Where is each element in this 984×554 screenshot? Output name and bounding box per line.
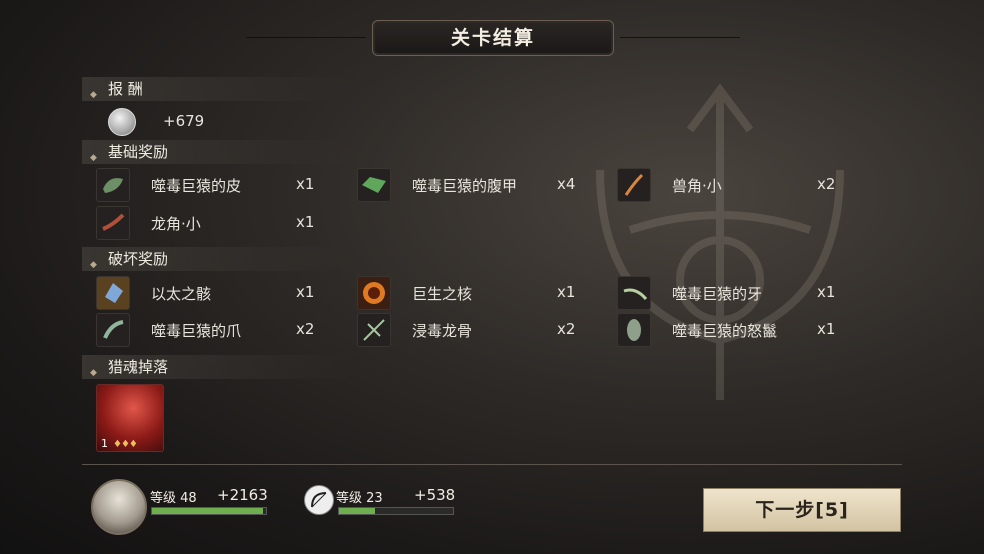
mane-icon <box>617 313 651 347</box>
weapon-exp-fill <box>339 508 376 514</box>
section-break-label: 破坏奖励 <box>108 250 169 268</box>
section-basic-header: ◆ 基础奖励 <box>82 140 352 164</box>
item-quantity: x2 <box>296 320 315 338</box>
reward-item[interactable]: 噬毒巨猿的皮 x1 <box>96 168 356 202</box>
item-name: 噬毒巨猿的牙 <box>672 285 763 303</box>
reward-item[interactable]: 浸毒龙骨 x2 <box>357 313 617 347</box>
item-quantity: x1 <box>817 283 836 301</box>
green-hide-icon <box>96 168 130 202</box>
bullet-icon: ◆ <box>90 260 97 270</box>
item-quantity: x2 <box>557 320 576 338</box>
item-quantity: x1 <box>817 320 836 338</box>
player-exp-bar <box>151 507 267 515</box>
player-exp-gain: +2163 <box>217 486 268 504</box>
item-name: 噬毒巨猿的爪 <box>151 322 242 340</box>
player-avatar <box>91 479 147 535</box>
poison-bone-icon <box>357 313 391 347</box>
section-reward-header: ◆ 报 酬 <box>82 77 352 101</box>
silver-coin-icon <box>108 108 136 136</box>
section-reward-label: 报 酬 <box>108 80 143 98</box>
item-quantity: x4 <box>557 175 576 193</box>
item-quantity: x1 <box>296 175 315 193</box>
next-step-button[interactable]: 下一步[5] <box>703 488 901 532</box>
item-name: 巨生之核 <box>412 285 473 303</box>
item-name: 噬毒巨猿的腹甲 <box>412 177 518 195</box>
bow-icon <box>304 485 334 515</box>
section-break-header: ◆ 破坏奖励 <box>82 247 352 271</box>
item-name: 龙角·小 <box>151 215 201 233</box>
reward-item[interactable]: 噬毒巨猿的腹甲 x4 <box>357 168 617 202</box>
item-name: 以太之骸 <box>151 285 212 303</box>
weapon-exp-gain: +538 <box>414 486 456 504</box>
currency-value: +679 <box>163 112 205 130</box>
reward-item[interactable]: 噬毒巨猿的牙 x1 <box>617 276 877 310</box>
reward-item[interactable]: 噬毒巨猿的爪 x2 <box>96 313 356 347</box>
item-quantity: x1 <box>296 213 315 231</box>
soul-card[interactable]: 1 ♦♦♦ <box>96 384 164 452</box>
card-stars: ♦♦♦ <box>113 439 138 450</box>
title-divider-left <box>246 37 366 38</box>
giant-core-icon <box>357 276 391 310</box>
player-level: 等级 48 <box>150 491 197 506</box>
reward-item[interactable]: 以太之骸 x1 <box>96 276 356 310</box>
section-basic-label: 基础奖励 <box>108 143 169 161</box>
item-name: 兽角·小 <box>672 177 722 195</box>
bullet-icon: ◆ <box>90 153 97 163</box>
card-level: 1 <box>101 437 108 450</box>
player-exp-fill <box>152 508 263 514</box>
beast-horn-icon <box>617 168 651 202</box>
bullet-icon: ◆ <box>90 368 97 378</box>
footer-divider <box>82 464 902 465</box>
section-soul-header: ◆ 猎魂掉落 <box>82 355 352 379</box>
reward-item[interactable]: 巨生之核 x1 <box>357 276 617 310</box>
bullet-icon: ◆ <box>90 90 97 100</box>
reward-item[interactable]: 噬毒巨猿的怒鬣 x1 <box>617 313 877 347</box>
dragon-horn-icon <box>96 206 130 240</box>
item-quantity: x2 <box>817 175 836 193</box>
title-bar: 关卡结算 <box>0 18 984 58</box>
claw-icon <box>96 313 130 347</box>
item-quantity: x1 <box>557 283 576 301</box>
item-quantity: x1 <box>296 283 315 301</box>
green-plate-icon <box>357 168 391 202</box>
reward-item[interactable]: 龙角·小 x1 <box>96 206 356 240</box>
weapon-level: 等级 23 <box>336 491 383 506</box>
item-name: 噬毒巨猿的皮 <box>151 177 242 195</box>
title-divider-right <box>620 37 740 38</box>
background-emblem-icon <box>596 83 844 400</box>
fang-icon <box>617 276 651 310</box>
section-soul-label: 猎魂掉落 <box>108 358 169 376</box>
item-name: 噬毒巨猿的怒鬣 <box>672 322 778 340</box>
item-name: 浸毒龙骨 <box>412 322 473 340</box>
ether-crystal-icon <box>96 276 130 310</box>
weapon-exp-bar <box>338 507 454 515</box>
reward-item[interactable]: 兽角·小 x2 <box>617 168 877 202</box>
page-title: 关卡结算 <box>372 20 614 56</box>
